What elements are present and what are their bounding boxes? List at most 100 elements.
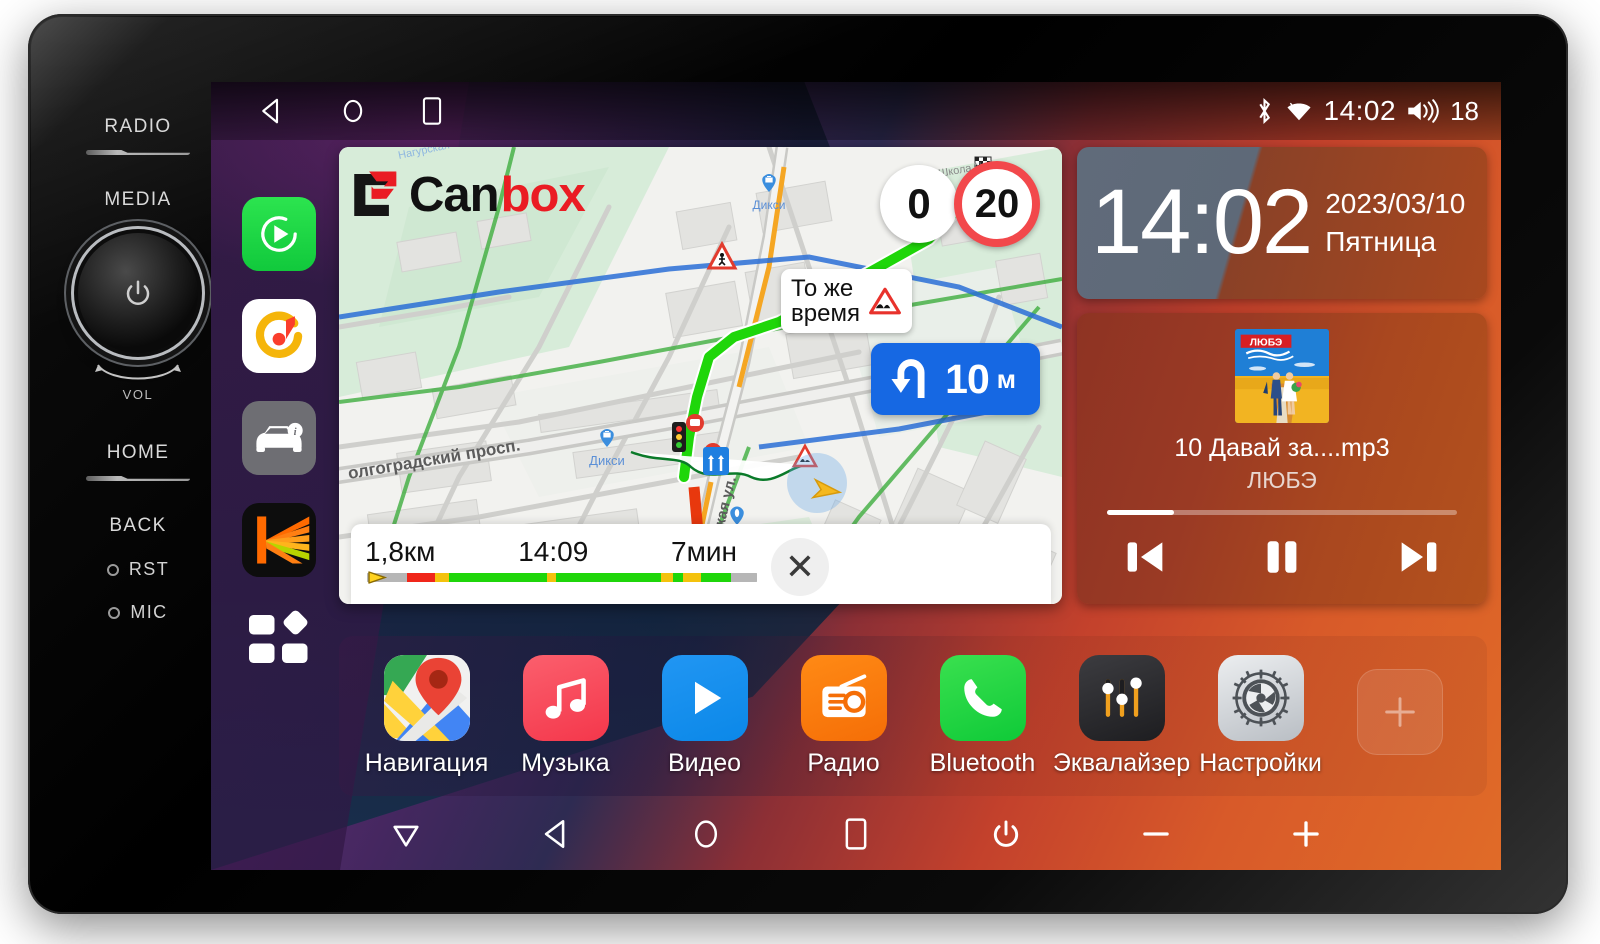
wifi-icon (1286, 102, 1311, 121)
speed-camera-icon (686, 414, 704, 432)
maps-pin-icon (383, 654, 470, 741)
current-speed-indicator: 0 (880, 165, 958, 243)
rail-yandex-music[interactable] (242, 299, 316, 373)
skip-next-icon (1401, 542, 1437, 572)
head-unit-device: RADIO MEDIA VOL HOME BACK RST MIC 14:02 … (28, 14, 1568, 914)
car-info-icon: i (256, 422, 303, 452)
clock-weekday: Пятница (1325, 226, 1437, 257)
radio-hardkey-label[interactable]: RADIO (58, 116, 218, 138)
status-bar: 14:02 18 (211, 82, 1501, 140)
home-hardkey-label[interactable]: HOME (58, 442, 218, 464)
dock-app-radio[interactable]: Радио (774, 654, 913, 778)
nav-back[interactable] (526, 804, 586, 864)
mic-button[interactable]: MIC (58, 602, 218, 623)
nav-recents[interactable] (826, 804, 886, 864)
route-summary-bar: 1,8км 14:09 7мин ✕ (351, 524, 1051, 604)
next-track-button[interactable] (1391, 533, 1447, 581)
canbox-logo-text-2: box (500, 167, 586, 222)
dock-app-bluetooth[interactable]: Bluetooth (913, 654, 1052, 778)
play-circle-icon (261, 216, 297, 252)
canbox-mark-icon (354, 171, 397, 217)
dock-label-equalizer: Эквалайзер (1052, 748, 1191, 777)
previous-track-button[interactable] (1117, 533, 1173, 581)
traffic-light-icon (672, 422, 686, 452)
recents-square-icon[interactable] (419, 96, 445, 126)
media-widget[interactable]: ЛЮБЭ 10 Давай за....mp3 ЛЮБЭ (1077, 313, 1487, 604)
rail-kinopoisk[interactable] (242, 503, 316, 577)
touchscreen[interactable]: 14:02 18 i Дикси Дикси олгоградский прос… (211, 82, 1501, 870)
dock-app-video[interactable]: Видео (635, 654, 774, 778)
dock-label-bluetooth: Bluetooth (929, 748, 1036, 777)
media-artist: ЛЮБЭ (1247, 467, 1317, 493)
app-dock: Навигация Музыка Видео Радио Bluetooth Э… (339, 636, 1487, 796)
play-triangle-icon (661, 654, 748, 741)
phone-handset-icon (939, 654, 1026, 741)
nav-home[interactable] (676, 804, 736, 864)
dock-app-settings[interactable]: Настройки (1191, 654, 1330, 778)
dock-add-app[interactable] (1330, 669, 1469, 763)
home-circle-icon[interactable] (339, 97, 367, 125)
svg-text:ЛЮБЭ: ЛЮБЭ (1250, 337, 1282, 348)
media-seek-bar[interactable] (1107, 510, 1457, 515)
bottom-navigation-bar (211, 798, 1501, 870)
sliders-icon (1078, 654, 1165, 741)
rail-car-info[interactable]: i (242, 401, 316, 475)
status-clock: 14:02 (1323, 95, 1397, 126)
dock-label-navigation: Навигация (364, 748, 489, 777)
dock-label-video: Видео (667, 748, 742, 777)
home-content: Дикси Дикси BlackTyres олгоградский п (339, 140, 1487, 798)
navigation-widget[interactable]: Дикси Дикси BlackTyres олгоградский п (339, 147, 1062, 604)
dock-label-settings: Настройки (1199, 748, 1322, 777)
route-alert-bubble[interactable]: То же время (781, 269, 912, 334)
music-note-icon (522, 654, 609, 741)
traffic-progress-bar[interactable] (367, 571, 757, 584)
dock-app-navigation[interactable]: Навигация (357, 654, 496, 778)
maneuver-banner: 10 м (871, 343, 1040, 415)
reset-button[interactable]: RST (58, 559, 218, 580)
media-seek-fill (1107, 510, 1174, 515)
svg-text:i: i (294, 426, 297, 438)
dock-label-music: Музыка (521, 748, 610, 777)
volume-knob-label: VOL (122, 387, 154, 402)
dock-app-music[interactable]: Музыка (496, 654, 635, 778)
home-circle-icon (694, 820, 718, 848)
pause-icon (1267, 541, 1297, 573)
gear-icon (1217, 654, 1304, 741)
kinopoisk-k-icon (257, 516, 310, 564)
bump-warning-icon (869, 287, 901, 315)
nav-power[interactable] (976, 804, 1036, 864)
maneuver-unit: м (996, 363, 1016, 394)
reset-hole-icon (106, 563, 119, 576)
minus-icon (1143, 832, 1169, 836)
back-hardkey-label[interactable]: BACK (58, 515, 218, 537)
rail-all-apps[interactable] (242, 605, 316, 679)
route-duration: 7мин (671, 536, 737, 567)
power-icon (993, 820, 1019, 847)
clock-widget[interactable]: 14:02 2023/03/10 Пятница (1077, 147, 1487, 299)
dock-app-equalizer[interactable]: Эквалайзер (1052, 654, 1191, 778)
u-turn-left-icon (891, 359, 925, 398)
nav-volume-up[interactable] (1276, 804, 1336, 864)
volume-knob[interactable] (78, 233, 198, 353)
power-icon (126, 280, 150, 305)
route-close-button[interactable]: ✕ (771, 538, 829, 596)
album-art[interactable]: ЛЮБЭ (1235, 329, 1329, 423)
pause-button[interactable] (1254, 533, 1310, 581)
media-hardkey-label[interactable]: MEDIA (58, 189, 218, 211)
vehicle-position-marker (787, 453, 847, 513)
canbox-logo-text-1: Can (409, 167, 500, 222)
speed-limit-sign: 20 (954, 161, 1040, 247)
nav-volume-down[interactable] (1126, 804, 1186, 864)
back-triangle-icon[interactable] (257, 96, 287, 126)
bluetooth-icon (1258, 97, 1270, 125)
plus-icon (1293, 821, 1319, 847)
triangle-down-icon (393, 825, 419, 847)
volume-arc-icon (95, 364, 181, 380)
route-alert-line1: То же (791, 275, 854, 302)
mic-hole-icon (108, 606, 121, 619)
rail-carplay[interactable] (242, 197, 316, 271)
reset-label: RST (128, 559, 170, 579)
route-distance: 1,8км (365, 536, 436, 567)
nav-pulldown[interactable] (376, 804, 436, 864)
poi-label-dixie-2: Дикси (589, 453, 625, 468)
